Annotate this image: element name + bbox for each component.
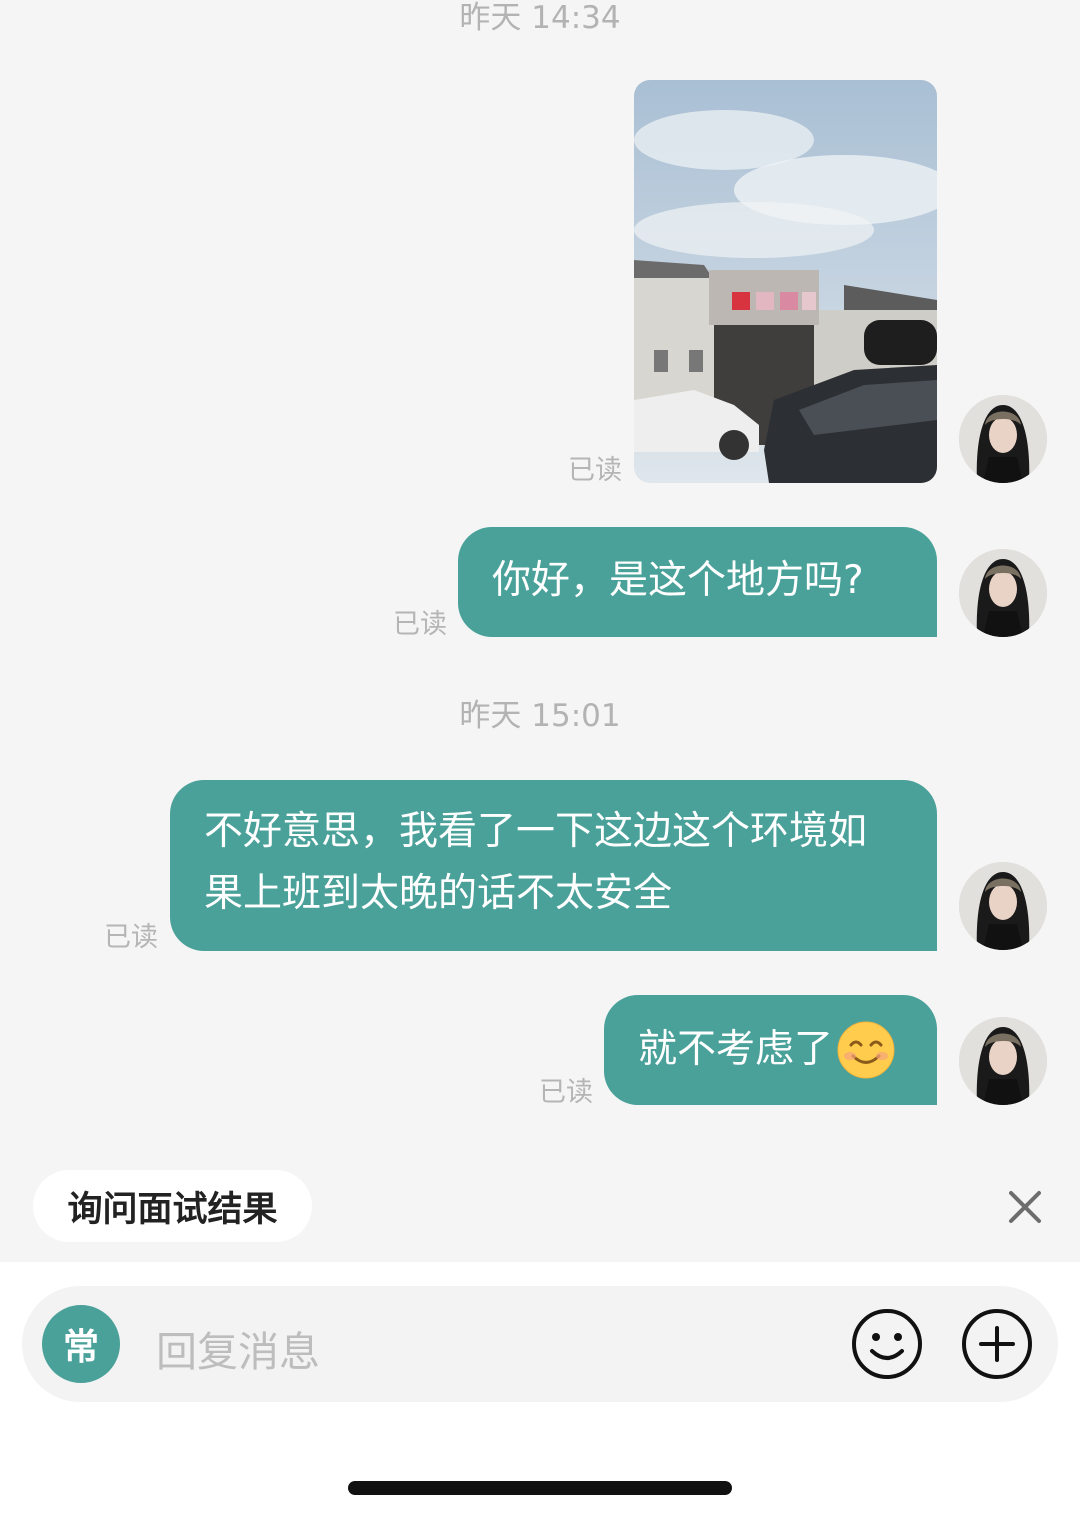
message-input[interactable]: 回复消息 — [156, 1318, 320, 1378]
avatar-image — [959, 549, 1047, 637]
common-phrases-label: 常 — [62, 1327, 99, 1368]
read-status: 已读 — [104, 922, 158, 953]
timestamp: 昨天 15:01 — [459, 698, 621, 734]
message-text: 你好，是这个地方吗? — [492, 558, 864, 603]
message-text-line: 不好意思，我看了一下这边这个环境如 — [204, 809, 868, 854]
avatar[interactable] — [959, 1017, 1047, 1105]
read-status: 已读 — [539, 1077, 593, 1108]
avatar[interactable] — [959, 395, 1047, 483]
plus-icon[interactable] — [960, 1307, 1034, 1381]
message-bubble[interactable]: 就不考虑了 — [604, 995, 937, 1105]
quick-reply-label: 询问面试结果 — [67, 1189, 278, 1230]
avatar-image — [959, 1017, 1047, 1105]
common-phrases-button[interactable]: 常 — [42, 1305, 120, 1383]
close-icon[interactable] — [1006, 1188, 1044, 1226]
avatar[interactable] — [959, 862, 1047, 950]
street-photo — [634, 80, 937, 483]
smiley-icon[interactable] — [850, 1307, 924, 1381]
message-text-line: 果上班到太晚的话不太安全 — [204, 871, 673, 916]
avatar-image — [959, 862, 1047, 950]
timestamp: 昨天 14:34 — [459, 0, 621, 36]
read-status: 已读 — [393, 609, 447, 640]
read-status: 已读 — [568, 455, 622, 486]
quick-reply-chip[interactable]: 询问面试结果 — [33, 1170, 312, 1242]
message-text: 就不考虑了 — [638, 1027, 834, 1072]
message-bubble[interactable]: 不好意思，我看了一下这边这个环境如 果上班到太晚的话不太安全 — [170, 780, 937, 951]
smiling-face-icon — [837, 1021, 895, 1079]
avatar-image — [959, 395, 1047, 483]
home-indicator[interactable] — [348, 1481, 732, 1495]
message-input-placeholder: 回复消息 — [156, 1328, 320, 1376]
sent-image[interactable] — [634, 80, 937, 483]
avatar[interactable] — [959, 549, 1047, 637]
message-bubble[interactable]: 你好，是这个地方吗? — [458, 527, 937, 637]
